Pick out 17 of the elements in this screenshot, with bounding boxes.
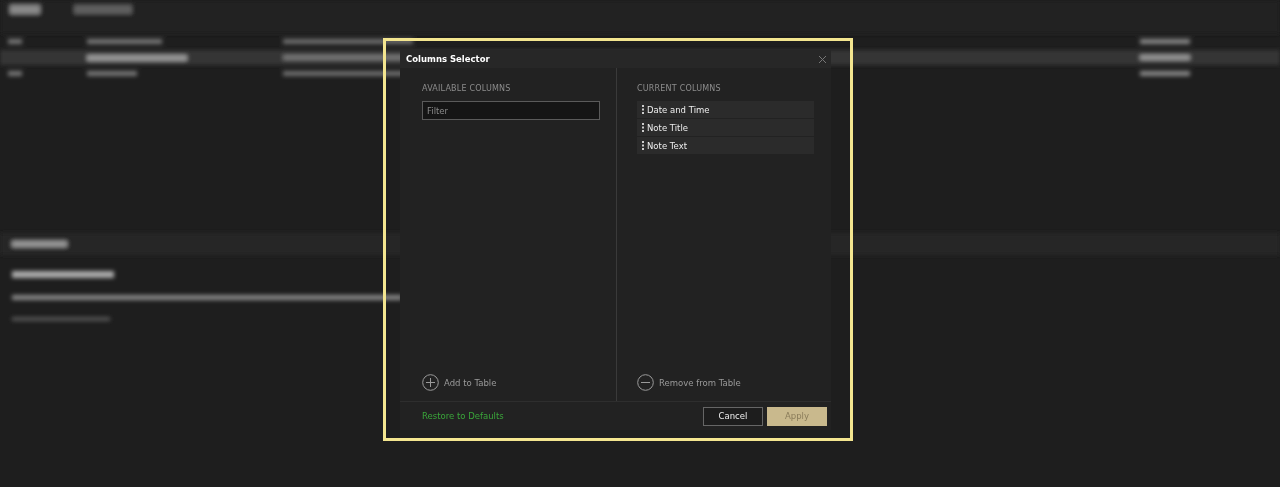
minus-circle-icon (637, 374, 654, 391)
remove-from-table-button[interactable]: Remove from Table (637, 374, 741, 391)
close-icon[interactable] (818, 54, 827, 64)
dialog-title: Columns Selector (406, 54, 490, 64)
drag-handle-icon (642, 123, 644, 132)
section-heading: CURRENT COLUMNS (637, 84, 722, 93)
column-item[interactable]: Date and Time (637, 101, 814, 118)
plus-circle-icon (422, 374, 439, 391)
cancel-button[interactable]: Cancel (703, 406, 763, 426)
section-heading: AVAILABLE COLUMNS (422, 84, 512, 93)
add-to-table-button[interactable]: Add to Table (422, 374, 497, 391)
column-item[interactable]: Note Title (637, 119, 814, 136)
filter-field[interactable]: Filter (422, 101, 600, 120)
drag-handle-icon (642, 141, 644, 150)
drag-handle-icon (642, 105, 644, 114)
restore-defaults-link[interactable]: Restore to Defaults (422, 411, 504, 421)
column-item[interactable]: Note Text (637, 137, 814, 154)
